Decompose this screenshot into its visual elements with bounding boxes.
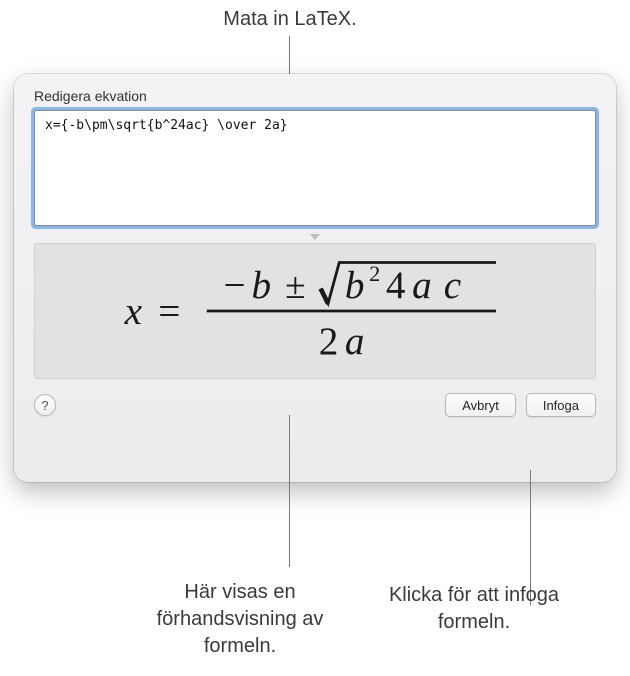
formula-preview: x = − b ± b 2 4 a c 2 a	[34, 243, 596, 379]
svg-text:c: c	[444, 264, 461, 307]
svg-text:x: x	[124, 290, 143, 333]
leader-line-bottom-left	[289, 415, 290, 567]
dialog-title: Redigera ekvation	[34, 88, 596, 104]
svg-text:b: b	[345, 264, 365, 307]
help-icon: ?	[41, 398, 48, 413]
callout-preview: Här visas en förhandsvisning av formeln.	[140, 579, 340, 660]
dialog-button-row: ? Avbryt Infoga	[34, 393, 596, 417]
cancel-button[interactable]: Avbryt	[445, 393, 516, 417]
callout-insert: Klicka för att infoga formeln.	[374, 582, 574, 636]
rendered-formula: x = − b ± b 2 4 a c 2 a	[119, 255, 511, 367]
equation-dialog: Redigera ekvation x = − b ± b 2 4 a c 2 …	[14, 74, 616, 482]
svg-text:2: 2	[369, 261, 380, 286]
svg-text:4: 4	[386, 264, 406, 307]
insert-button[interactable]: Infoga	[526, 393, 596, 417]
svg-text:±: ±	[285, 266, 306, 307]
svg-text:−: −	[224, 264, 246, 307]
svg-text:a: a	[412, 264, 432, 307]
svg-text:2: 2	[319, 320, 339, 363]
latex-input[interactable]	[34, 110, 596, 226]
resize-grip-icon[interactable]	[310, 234, 320, 240]
help-button[interactable]: ?	[34, 394, 56, 416]
callout-input: Mata in LaTeX.	[150, 6, 430, 33]
svg-text:=: =	[158, 290, 180, 333]
svg-text:a: a	[345, 320, 365, 363]
svg-text:b: b	[252, 264, 272, 307]
